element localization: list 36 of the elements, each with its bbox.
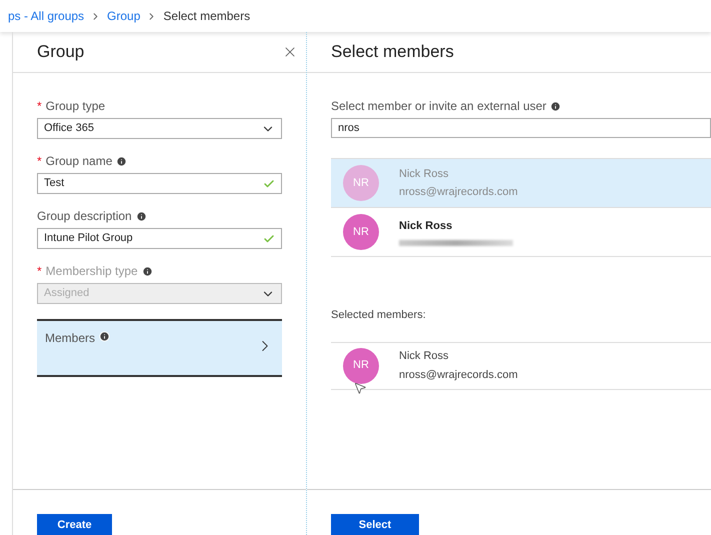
info-icon[interactable] — [136, 210, 147, 222]
info-icon[interactable] — [550, 100, 562, 112]
field-label: Membership type — [46, 263, 138, 280]
dropdown-field[interactable]: Office 365 — [37, 118, 282, 139]
field-label: Group description — [37, 208, 132, 225]
input-field[interactable]: Intune Pilot Group — [37, 228, 282, 249]
member-name: Nick Ross — [399, 166, 450, 182]
avatar: NR — [343, 348, 379, 384]
field-label: Group type — [46, 98, 106, 115]
member-email: nross@wrajrecords.com — [399, 368, 518, 382]
field-label: Group name — [46, 153, 112, 170]
input-field[interactable]: Test — [37, 173, 282, 194]
member-name: Nick Ross — [399, 218, 454, 234]
panel-title: Group — [37, 41, 84, 64]
breadcrumb-link[interactable]: Group — [107, 7, 140, 25]
create-button[interactable]: Create — [37, 514, 112, 535]
required-mark: * — [37, 263, 42, 280]
avatar: NR — [343, 165, 379, 201]
info-icon[interactable] — [99, 331, 110, 342]
member-name: Nick Ross — [399, 349, 450, 364]
field-label: Select member or invite an external user — [331, 98, 546, 115]
cursor-icon — [353, 380, 367, 394]
panel-title: Select members — [331, 41, 454, 64]
select-button[interactable]: Select — [331, 514, 419, 535]
required-mark: * — [37, 98, 42, 115]
search-field[interactable]: nros — [331, 118, 711, 138]
breadcrumb-link[interactable]: ps - All groups — [8, 7, 84, 25]
avatar: NR — [343, 214, 379, 250]
breadcrumb-current[interactable]: Select members — [163, 7, 250, 25]
info-icon[interactable] — [116, 156, 128, 166]
check-icon — [263, 232, 275, 244]
member-email: nross@wrajrecords.com — [399, 185, 518, 200]
required-mark: * — [37, 153, 42, 170]
check-icon — [263, 178, 275, 190]
members-item[interactable]: Members — [37, 319, 282, 377]
section-label: Selected members: — [331, 308, 427, 323]
